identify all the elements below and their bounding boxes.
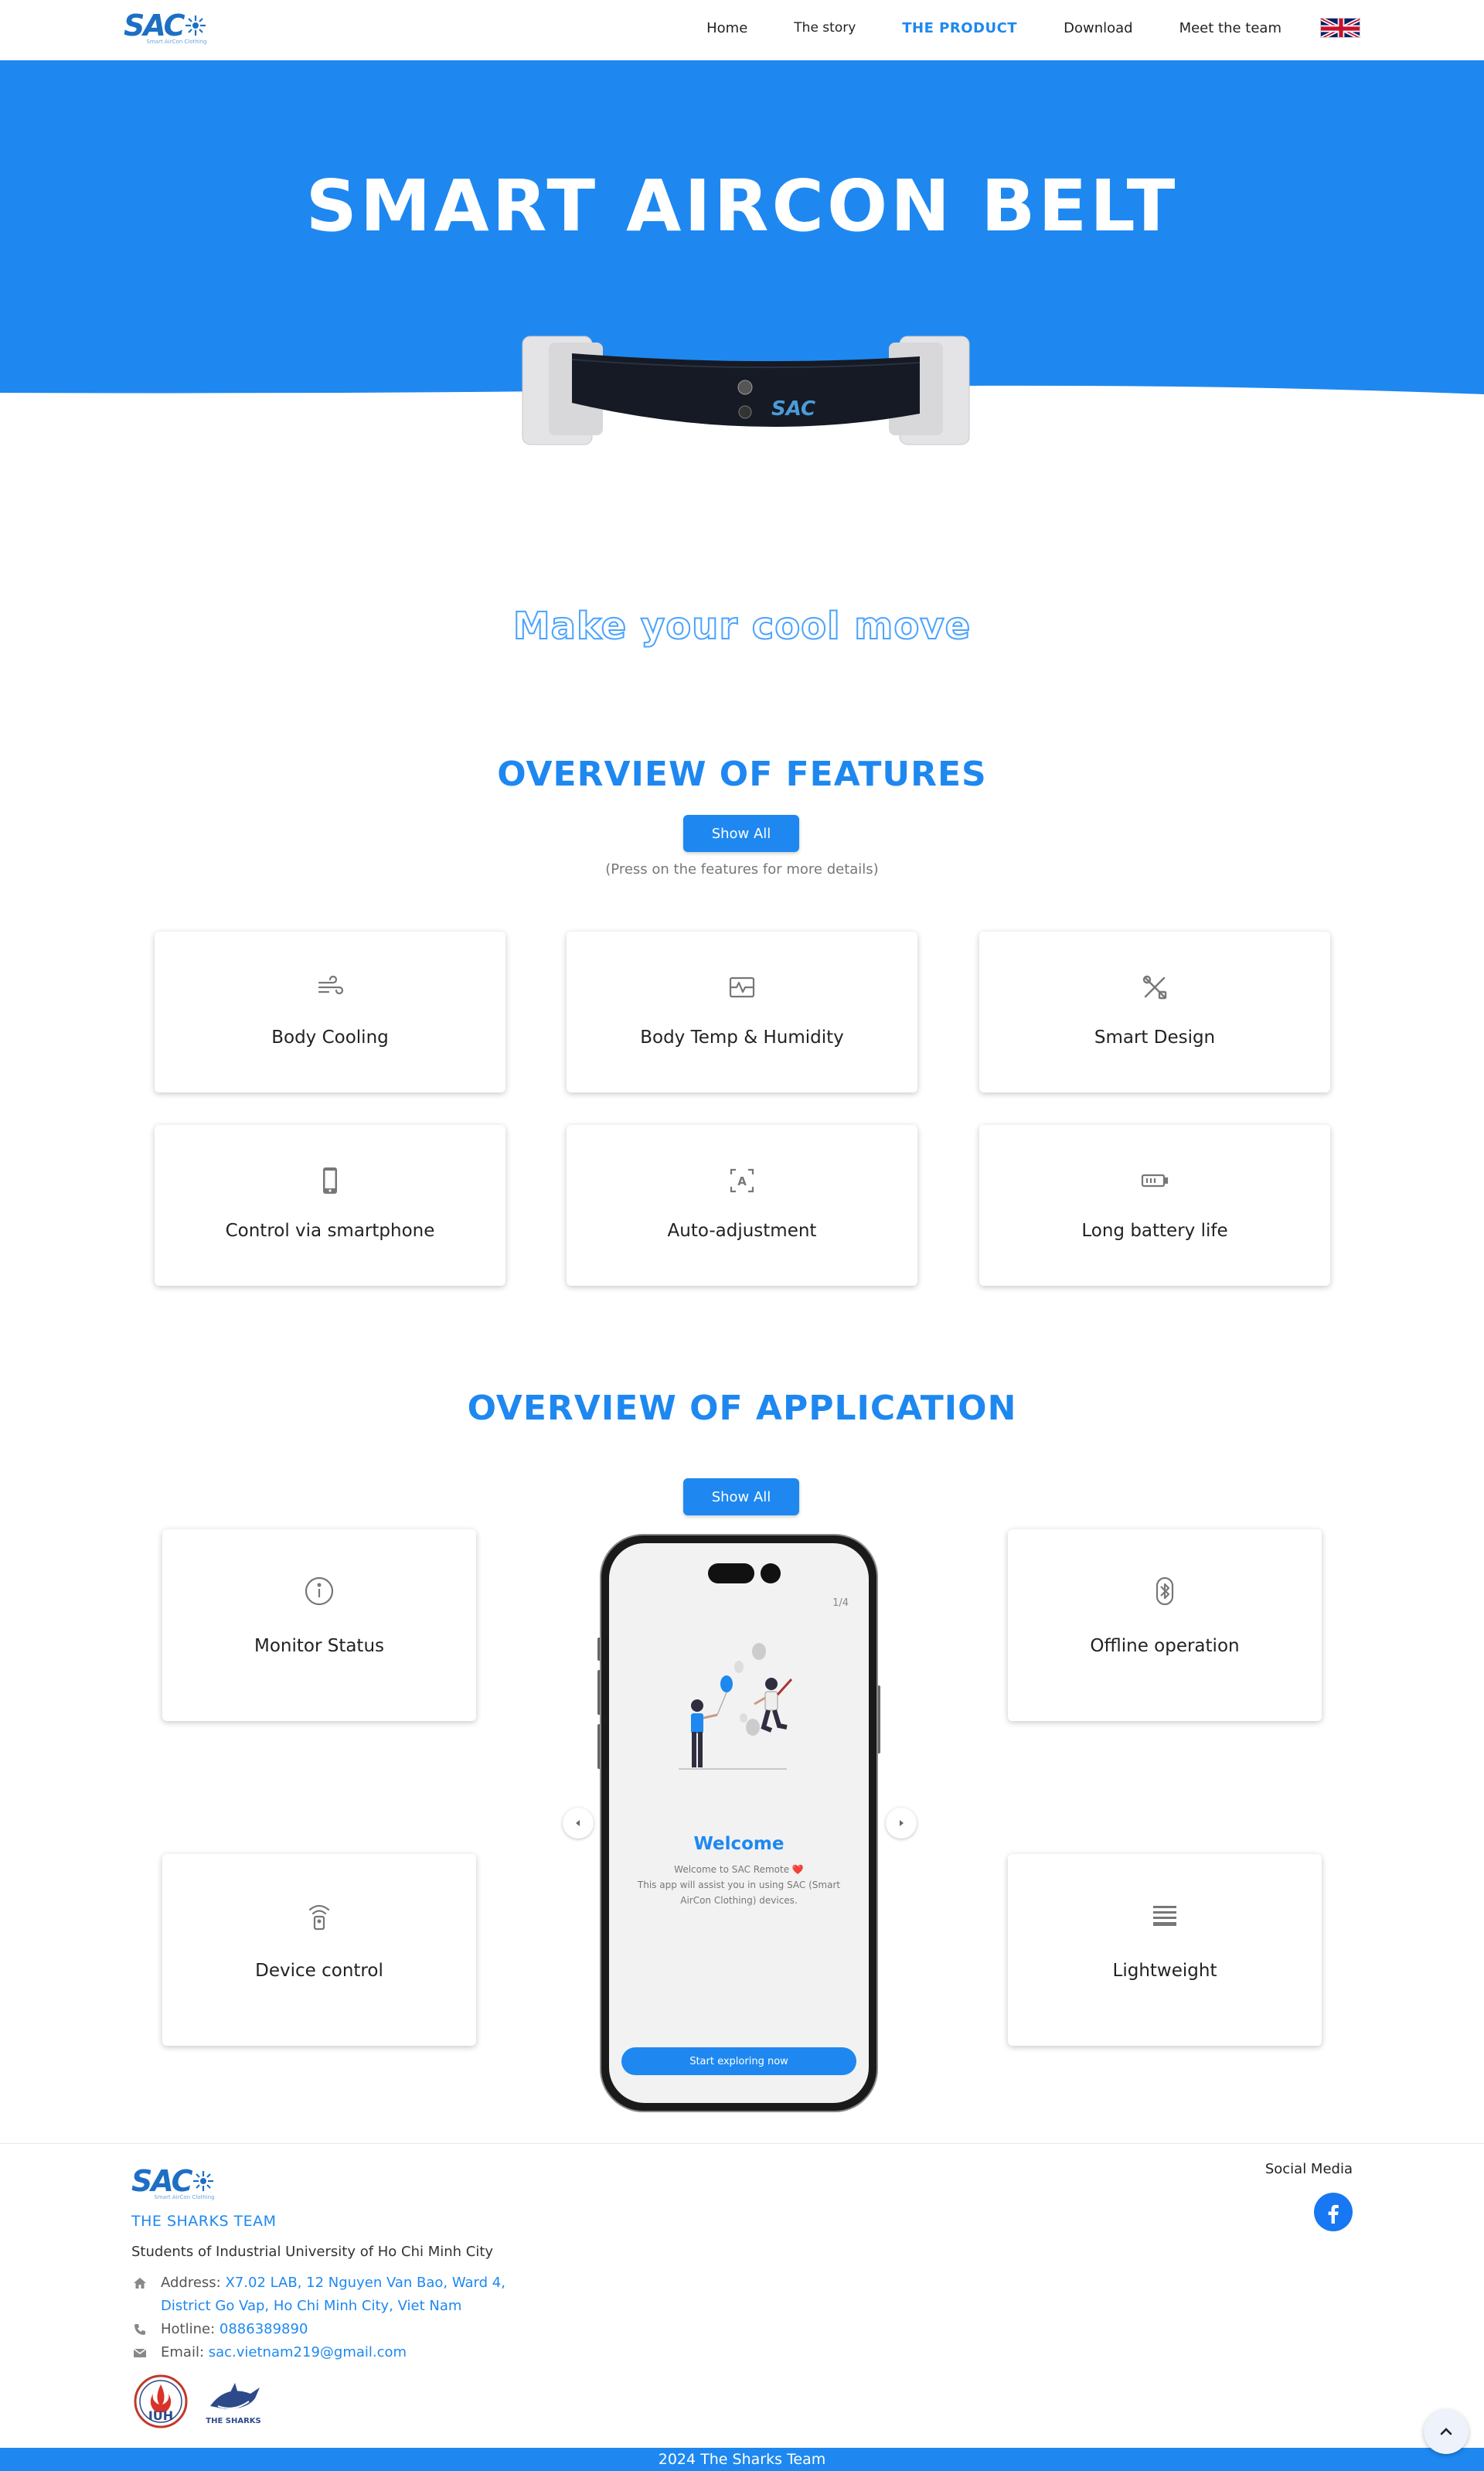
social-media-title: Social Media bbox=[1264, 2161, 1353, 2177]
navbar: SAC Smart AirCon Clothing Home The story… bbox=[0, 0, 1484, 60]
caret-left-icon bbox=[576, 1820, 580, 1826]
svg-text:A: A bbox=[737, 1174, 747, 1188]
page-indicator: 1/4 bbox=[832, 1597, 849, 1609]
belt-image: SAC bbox=[522, 336, 970, 445]
wind-icon bbox=[315, 972, 345, 1003]
phone-icon bbox=[133, 2318, 150, 2341]
nav-links: Home The story The product Download Meet… bbox=[660, 0, 1360, 56]
app-card-offline-operation[interactable]: Offline operation bbox=[1008, 1529, 1322, 1721]
feature-label: Body Temp & Humidity bbox=[640, 1028, 844, 1048]
application-title: OVERVIEW OF APPLICATION bbox=[467, 1389, 1017, 1428]
footer-divider bbox=[0, 2143, 1484, 2144]
university-logo: IUH bbox=[134, 2374, 188, 2428]
feature-label: Body Cooling bbox=[271, 1028, 389, 1048]
camera-dot bbox=[761, 1563, 781, 1583]
app-feature-label: Offline operation bbox=[1090, 1636, 1240, 1656]
nav-the-product[interactable]: The product bbox=[902, 20, 1017, 36]
app-card-device-control[interactable]: Device control bbox=[162, 1854, 476, 2046]
phone-screen: 1/4 Welcome Welcome to SAC Remote ❤️ Thi… bbox=[609, 1543, 869, 2103]
scroll-to-top-button[interactable] bbox=[1424, 2409, 1469, 2454]
app-feature-label: Monitor Status bbox=[254, 1636, 385, 1656]
feature-card-auto-adjustment[interactable]: A Auto-adjustment bbox=[567, 1125, 917, 1286]
address-link[interactable]: X7.02 LAB, 12 Nguyen Van Bao, Ward 4, bbox=[225, 2275, 505, 2291]
nav-meet-the-team[interactable]: Meet the team bbox=[1179, 20, 1281, 36]
hotline-label: Hotline: bbox=[161, 2321, 216, 2337]
feature-label: Long battery life bbox=[1081, 1221, 1228, 1241]
features-title: OVERVIEW OF FEATURES bbox=[497, 755, 987, 794]
app-card-monitor-status[interactable]: Monitor Status bbox=[162, 1529, 476, 1721]
logo-tagline: Smart AirCon Clothing bbox=[154, 2194, 215, 2200]
logo-text: SAC bbox=[124, 9, 185, 43]
feature-label: Smart Design bbox=[1094, 1028, 1216, 1048]
logo-tagline: Smart AirCon Clothing bbox=[146, 39, 207, 45]
email-label: Email: bbox=[161, 2344, 205, 2360]
welcome-title: Welcome bbox=[693, 1834, 785, 1854]
svg-text:SAC: SAC bbox=[771, 397, 815, 421]
start-exploring-button[interactable]: Start exploring now bbox=[621, 2047, 856, 2075]
application-show-all-button[interactable]: Show All bbox=[683, 1478, 799, 1515]
hotline-row: Hotline: 0886389890 bbox=[133, 2318, 308, 2341]
feature-card-battery[interactable]: Long battery life bbox=[979, 1125, 1330, 1286]
dynamic-island bbox=[708, 1563, 754, 1583]
address-label: Address: bbox=[161, 2275, 221, 2291]
app-card-lightweight[interactable]: Lightweight bbox=[1008, 1854, 1322, 2046]
feature-label: Control via smartphone bbox=[225, 1221, 435, 1241]
sharks-logo-text: THE SHARKS bbox=[206, 2417, 260, 2425]
tools-icon bbox=[1139, 972, 1170, 1003]
sun-fan-icon bbox=[185, 15, 206, 36]
welcome-line-2: This app will assist you in using SAC (S… bbox=[637, 1880, 841, 1906]
feature-card-body-temp[interactable]: Body Temp & Humidity bbox=[567, 932, 917, 1092]
battery-icon bbox=[1139, 1165, 1170, 1196]
features-hint: (Press on the features for more details) bbox=[605, 861, 879, 878]
smartphone-icon bbox=[315, 1165, 345, 1196]
carousel-prev-button[interactable] bbox=[563, 1808, 594, 1839]
info-icon bbox=[304, 1576, 335, 1607]
hero-title: SMART AIRCON BELT bbox=[305, 165, 1179, 247]
uk-flag-icon[interactable] bbox=[1320, 18, 1360, 38]
caret-right-icon bbox=[900, 1820, 904, 1826]
auto-icon: A bbox=[727, 1165, 757, 1196]
welcome-text: Welcome to SAC Remote ❤️ This app will a… bbox=[632, 1862, 846, 1908]
app-feature-label: Lightweight bbox=[1112, 1961, 1217, 1981]
pulse-icon bbox=[727, 972, 757, 1003]
copyright-bar: 2024 The Sharks Team bbox=[0, 2448, 1484, 2471]
nav-download[interactable]: Download bbox=[1064, 20, 1132, 36]
address-row: Address: X7.02 LAB, 12 Nguyen Van Bao, W… bbox=[133, 2272, 505, 2318]
sharks-team-logo: THE SHARKS bbox=[206, 2383, 261, 2425]
nav-the-story[interactable]: The story bbox=[794, 20, 856, 36]
email-link[interactable]: sac.vietnam219@gmail.com bbox=[209, 2341, 407, 2364]
chevron-up-icon bbox=[1440, 2428, 1452, 2435]
sun-fan-icon bbox=[192, 2171, 213, 2191]
team-name: THE SHARKS TEAM bbox=[131, 2213, 277, 2230]
hotline-link[interactable]: 0886389890 bbox=[220, 2318, 308, 2341]
email-row: Email: sac.vietnam219@gmail.com bbox=[133, 2341, 407, 2364]
carousel-next-button[interactable] bbox=[886, 1808, 917, 1839]
phone-mockup: 1/4 Welcome Welcome to SAC Remote ❤️ Thi… bbox=[600, 1534, 878, 2112]
students-text: Students of Industrial University of Ho … bbox=[131, 2244, 494, 2260]
feature-card-control-smartphone[interactable]: Control via smartphone bbox=[155, 1125, 505, 1286]
celebration-illustration bbox=[679, 1643, 793, 1770]
sac-logo[interactable]: SAC Smart AirCon Clothing bbox=[124, 11, 207, 45]
copyright-text: 2024 The Sharks Team bbox=[658, 2451, 826, 2468]
logo-text: SAC bbox=[131, 2164, 192, 2198]
features-show-all-button[interactable]: Show All bbox=[683, 815, 799, 852]
nav-home[interactable]: Home bbox=[706, 20, 747, 36]
mail-icon bbox=[133, 2341, 150, 2364]
feature-card-body-cooling[interactable]: Body Cooling bbox=[155, 932, 505, 1092]
remote-icon bbox=[304, 1900, 335, 1931]
tagline: Make your cool move bbox=[512, 604, 972, 649]
lines-icon bbox=[1149, 1900, 1180, 1931]
feature-card-smart-design[interactable]: Smart Design bbox=[979, 932, 1330, 1092]
footer-sac-logo[interactable]: SAC Smart AirCon Clothing bbox=[131, 2166, 215, 2200]
facebook-icon[interactable] bbox=[1314, 2193, 1353, 2231]
welcome-line-1: Welcome to SAC Remote ❤️ bbox=[674, 1864, 804, 1875]
feature-label: Auto-adjustment bbox=[667, 1221, 817, 1241]
home-icon bbox=[133, 2272, 150, 2295]
app-feature-label: Device control bbox=[255, 1961, 383, 1981]
address-link-2[interactable]: District Go Vap, Ho Chi Minh City, Viet … bbox=[161, 2298, 461, 2314]
university-logo-text: IUH bbox=[148, 2408, 173, 2423]
bluetooth-icon bbox=[1149, 1576, 1180, 1607]
